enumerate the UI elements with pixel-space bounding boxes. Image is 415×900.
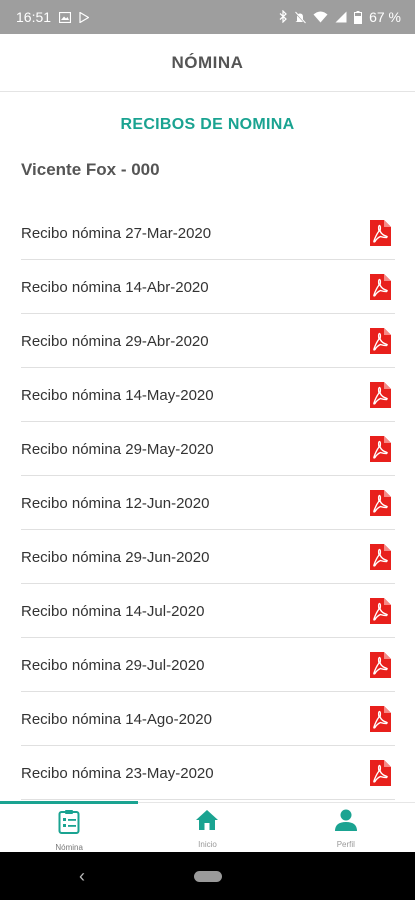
battery-percent: 67 % bbox=[369, 9, 401, 25]
receipt-label: Recibo nómina 27-Mar-2020 bbox=[21, 225, 212, 242]
receipt-label: Recibo nómina 29-Jul-2020 bbox=[21, 657, 205, 674]
employee-name: Vicente Fox - 000 bbox=[21, 160, 160, 179]
mute-icon bbox=[294, 10, 306, 24]
receipt-row[interactable]: Recibo nómina 12-Jun-2020 bbox=[21, 476, 395, 530]
pdf-icon[interactable] bbox=[369, 489, 391, 516]
receipt-label: Recibo nómina 23-May-2020 bbox=[21, 765, 214, 782]
receipt-label: Recibo nómina 14-Abr-2020 bbox=[21, 279, 209, 296]
home-pill[interactable] bbox=[194, 871, 222, 882]
receipt-row[interactable]: Recibo nómina 29-Jun-2020 bbox=[21, 530, 395, 584]
pdf-icon[interactable] bbox=[369, 327, 391, 354]
receipt-row[interactable]: Recibo nómina 29-Jul-2020 bbox=[21, 638, 395, 692]
receipt-row[interactable]: Recibo nómina 14-Ago-2020 bbox=[21, 692, 395, 746]
receipt-label: Recibo nómina 29-May-2020 bbox=[21, 441, 214, 458]
pdf-icon[interactable] bbox=[369, 381, 391, 408]
status-bar: 16:51 67 % bbox=[0, 0, 415, 34]
main-content: RECIBOS DE NOMINA Vicente Fox - 000 Reci… bbox=[0, 92, 415, 802]
wifi-icon bbox=[313, 11, 328, 23]
pdf-icon[interactable] bbox=[369, 219, 391, 246]
active-tab-indicator bbox=[0, 801, 138, 804]
receipt-row[interactable]: Recibo nómina 27-Mar-2020 bbox=[21, 206, 395, 260]
pdf-icon[interactable] bbox=[369, 543, 391, 570]
receipt-label: Recibo nómina 14-May-2020 bbox=[21, 387, 214, 404]
receipt-row[interactable]: Recibo nómina 29-Abr-2020 bbox=[21, 314, 395, 368]
section-title: RECIBOS DE NOMINA bbox=[120, 116, 295, 133]
receipt-list: Recibo nómina 27-Mar-2020 Recibo nómina … bbox=[21, 206, 395, 800]
status-time: 16:51 bbox=[16, 9, 52, 25]
status-left: 16:51 bbox=[16, 9, 90, 25]
back-icon[interactable]: ‹ bbox=[79, 866, 85, 887]
pdf-icon[interactable] bbox=[369, 759, 391, 786]
pdf-icon[interactable] bbox=[369, 435, 391, 462]
pdf-icon[interactable] bbox=[369, 651, 391, 678]
receipt-label: Recibo nómina 14-Ago-2020 bbox=[21, 711, 212, 728]
page-title: NÓMINA bbox=[171, 52, 244, 72]
receipt-row[interactable]: Recibo nómina 14-Abr-2020 bbox=[21, 260, 395, 314]
person-icon bbox=[334, 809, 357, 836]
nav-item-perfil[interactable]: Perfil bbox=[277, 803, 415, 852]
receipt-label: Recibo nómina 29-Jun-2020 bbox=[21, 549, 210, 566]
receipt-row[interactable]: Recibo nómina 14-May-2020 bbox=[21, 368, 395, 422]
signal-icon bbox=[335, 11, 347, 23]
receipt-row[interactable]: Recibo nómina 23-May-2020 bbox=[21, 746, 395, 800]
pdf-icon[interactable] bbox=[369, 597, 391, 624]
nav-label-inicio: Inicio bbox=[198, 840, 217, 849]
nav-label-perfil: Perfil bbox=[336, 840, 355, 849]
receipt-row[interactable]: Recibo nómina 14-Jul-2020 bbox=[21, 584, 395, 638]
play-store-notification-icon bbox=[79, 11, 90, 23]
bluetooth-icon bbox=[279, 9, 287, 25]
home-icon bbox=[195, 809, 219, 836]
status-right: 67 % bbox=[279, 9, 401, 25]
nav-item-nomina[interactable]: Nómina bbox=[0, 803, 138, 852]
bottom-nav: Nómina Inicio Perfil bbox=[0, 801, 415, 852]
app-bar: NÓMINA bbox=[0, 34, 415, 92]
receipt-label: Recibo nómina 12-Jun-2020 bbox=[21, 495, 210, 512]
system-nav-bar: ‹ bbox=[0, 852, 415, 900]
pdf-icon[interactable] bbox=[369, 273, 391, 300]
receipt-label: Recibo nómina 14-Jul-2020 bbox=[21, 603, 205, 620]
nav-label-nomina: Nómina bbox=[55, 843, 83, 852]
payroll-icon bbox=[57, 809, 81, 839]
battery-icon bbox=[354, 10, 363, 24]
receipt-row[interactable]: Recibo nómina 29-May-2020 bbox=[21, 422, 395, 476]
receipt-label: Recibo nómina 29-Abr-2020 bbox=[21, 333, 209, 350]
gallery-notification-icon bbox=[59, 11, 72, 23]
nav-item-inicio[interactable]: Inicio bbox=[138, 803, 276, 852]
pdf-icon[interactable] bbox=[369, 705, 391, 732]
